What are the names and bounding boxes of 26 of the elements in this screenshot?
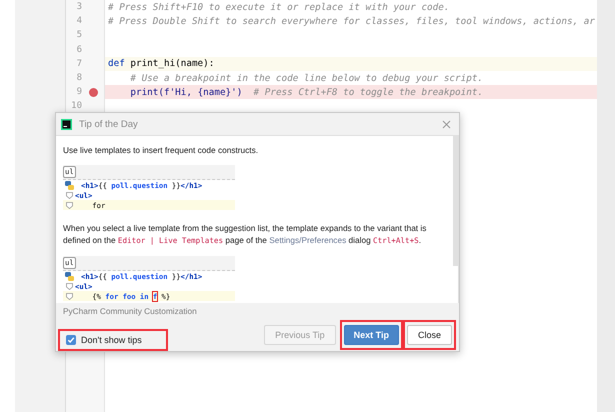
line-number: 6 xyxy=(76,44,82,55)
code-comment: # Press Shift+F10 to execute it or replace it with your code. xyxy=(108,2,450,13)
python-file-icon xyxy=(64,180,74,190)
dialog-button[interactable]: Close xyxy=(406,324,452,344)
line-number: 5 xyxy=(76,30,82,40)
code-line: def print_hi(name): xyxy=(108,58,214,70)
checkbox[interactable] xyxy=(66,335,76,345)
tip-text: Use live templates to insert frequent code constructs. xyxy=(63,144,260,156)
checkbox-label[interactable]: Don't show tips xyxy=(81,335,142,345)
customization-label: PyCharm Community Customization xyxy=(62,305,198,318)
dialog-button[interactable]: Next Tip xyxy=(344,324,399,344)
dialog-title: Tip of the Day xyxy=(79,118,139,130)
app-logo-icon xyxy=(61,118,72,130)
python-file-icon xyxy=(64,272,74,280)
code-line: print(f'Hi, {name}') # Press Ctrl+F8 to toggle the breakpoint. xyxy=(129,86,484,98)
code-comment: # Press Double Shift to search everywhere for classes, files, tool windows, actions, ar xyxy=(108,16,595,27)
line-number: 9 xyxy=(76,87,82,98)
code-comment: # Use a breakpoint in the code line below to debug your script. xyxy=(129,72,484,84)
line-number: 7 xyxy=(76,58,82,69)
breakpoint-icon[interactable] xyxy=(89,88,98,97)
line-number: 4 xyxy=(76,16,82,26)
line-number: 10 xyxy=(70,101,82,112)
close-icon[interactable] xyxy=(442,120,451,128)
scrollbar-thumb[interactable] xyxy=(453,136,458,266)
line-number: 8 xyxy=(76,73,82,84)
line-number: 3 xyxy=(76,2,82,12)
